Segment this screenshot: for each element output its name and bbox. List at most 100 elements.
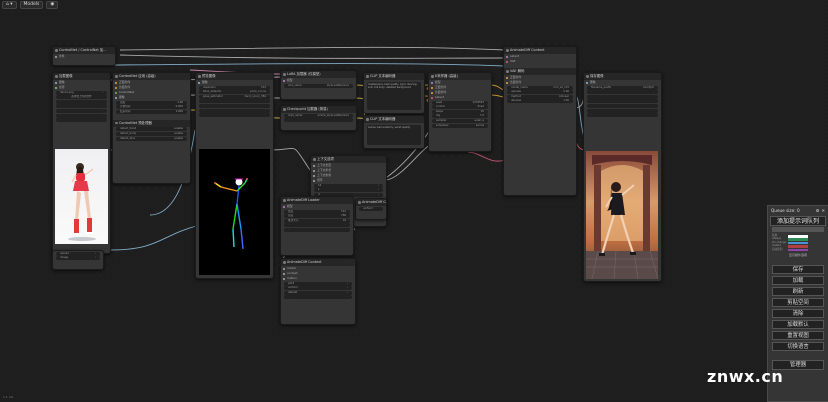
node-widget[interactable]: · · [56,99,107,104]
models-button[interactable]: Models [19,0,44,9]
filename-prefix-widget[interactable]: filename_prefix ComfyUI [587,85,658,90]
save-image-node[interactable]: 保存图像 图像 filename_prefix ComfyUI · · · · · · … [583,72,662,282]
eye-icon[interactable]: ◉ [46,0,59,9]
node-widget[interactable]: · · [199,103,270,108]
ckpt-name-select[interactable]: ckpt_name anime_style.safetensors [284,113,353,118]
socket-icon[interactable] [430,81,433,84]
end-widget[interactable]: 结束时间 1.000 [116,109,187,114]
socket-icon[interactable] [505,55,508,58]
sampler-widget[interactable]: sampler euler_a [432,118,488,123]
node-widget[interactable]: · · [284,227,350,232]
node-widget[interactable]: detect_face enable [116,136,187,141]
socket-icon[interactable] [114,96,117,99]
node-widget[interactable]: · · [587,108,658,113]
switch-language-button[interactable]: 切换语言 [772,341,824,352]
load-default-button[interactable]: 加载默认 [772,319,824,330]
control-widget[interactable]: control fixed [432,105,488,110]
option-label[interactable]: 自动队列 [772,248,786,251]
node-widget[interactable]: uniform [359,206,383,211]
prompt-textarea[interactable]: lowres, bad anatomy, worst quality [367,125,421,145]
animatediff-context-node[interactable]: AnimateDiff Loader 模型 宽度 512 高度 768 批次大小 16… [280,196,354,256]
node-widget[interactable]: · · [587,94,658,99]
home-menu-button[interactable]: ⌂ ▾ [2,0,17,9]
socket-icon[interactable] [282,272,285,275]
node-widget[interactable]: 高度 768 [284,214,350,219]
socket-icon[interactable] [282,277,285,280]
refresh-button[interactable]: 刷新 [772,286,824,297]
node-widget[interactable]: · · [587,90,658,95]
socket-icon[interactable] [312,169,315,172]
socket-icon[interactable] [282,205,285,208]
node-widget[interactable]: detect_body enable [116,131,187,136]
node-widget[interactable]: uniform › [284,286,352,291]
socket-icon[interactable] [312,164,315,167]
reset-view-button[interactable]: 重置视图 [772,330,824,341]
node-widget[interactable]: · · [587,103,658,108]
node-widget[interactable]: denoise 1.00 [507,99,573,104]
socket-icon[interactable] [312,179,315,182]
mask-node[interactable]: upload › image › [52,250,104,270]
socket-icon[interactable] [430,96,433,99]
node-widget[interactable]: default › [284,290,352,295]
node-widget[interactable]: sd15 › [284,281,352,286]
socket-icon[interactable] [114,91,117,94]
node-widget[interactable]: · · [284,223,350,228]
ksampler-node[interactable]: K采样器 (高级) 模型 正面条件 负面条件 Latent seed 123456… [428,72,492,152]
gear-icon[interactable]: ⚙ [816,208,820,213]
close-icon[interactable]: ✕ [821,208,825,213]
socket-icon[interactable] [312,174,315,177]
node-widget[interactable]: upscale 2.00 [507,90,573,95]
load-image-node[interactable]: 加载图像 图像 遮罩 dance.png › 选择要上传的文件 · · · · · · … [52,72,111,254]
queue-prompt-button[interactable]: 添加提示词队列 [770,216,826,226]
strength-widget[interactable]: 强度 1.00 [116,100,187,105]
node-widget[interactable]: 1 › [314,188,383,193]
node-widget[interactable]: resolution 512 [199,85,270,90]
node-canvas[interactable]: ControlNet / ControlNet 加... 条件 加载图像 图像 … [0,0,828,402]
clipspace-button[interactable]: 剪贴空间 [772,297,824,308]
node-widget[interactable]: image › [56,256,100,261]
socket-icon[interactable] [505,76,508,79]
socket-icon[interactable] [282,79,285,82]
scheduler-widget[interactable]: scheduler karras [432,123,488,128]
clip-text-negative-node[interactable]: CLIP 文本编码器 lowres, bad anatomy, worst qu… [363,115,425,149]
lora-name-select[interactable]: lora_name style.safetensors [284,83,353,88]
checkpoint-loader-node[interactable]: Checkpoint 加载器 (简易) ckpt_name anime_style… [280,105,357,131]
node-widget[interactable]: · · [587,99,658,104]
node-widget[interactable]: · · [56,113,107,118]
socket-icon[interactable] [54,86,57,89]
socket-icon[interactable] [54,81,57,84]
pose-preview-node[interactable]: 预览图像 图像 resolution 512 bbox_detector yolox… [195,72,274,279]
node-widget[interactable]: · · [199,99,270,104]
node-widget[interactable]: method bilinear [507,94,573,99]
lora-loader-node[interactable]: LoRA 加载器 (仅模型) 模型 lora_name style.safeten… [280,70,357,100]
node-widget[interactable]: upload › [56,251,100,256]
node-widget[interactable]: · · [199,113,270,118]
socket-icon[interactable] [430,86,433,89]
auto-queue-options[interactable]: 禁用 Always On change Instant 自动队列 [772,234,824,252]
socket-icon[interactable] [430,91,433,94]
seed-widget[interactable]: seed 1234567 [432,100,488,105]
socket-icon[interactable] [505,60,508,63]
node-widget[interactable]: · · [56,118,107,123]
load-button[interactable]: 加载 [772,275,824,286]
node-widget[interactable]: · · [587,113,658,118]
node-widget[interactable]: · · [284,118,353,123]
node-widget[interactable]: · · [56,104,107,109]
save-button[interactable]: 保存 [772,264,824,275]
batch-count-slider[interactable] [772,227,824,232]
prompt-textarea[interactable]: masterpiece, best quality, 1girl, dancin… [367,82,421,110]
animatediff-context-node-2[interactable]: AnimateDiff Context model context motion… [280,258,356,325]
socket-icon[interactable] [282,267,285,270]
cfg-widget[interactable]: cfg 7.0 [432,114,488,119]
clear-button[interactable]: 清除 [772,308,824,319]
extra-options-label[interactable]: 显示额外选项 [768,253,828,257]
node-widget[interactable]: · · [199,108,270,113]
node-widget[interactable]: 宽度 512 [284,209,350,214]
socket-icon[interactable] [114,86,117,89]
node-widget[interactable]: pose_estimator dw-ll_ucoco_384 [199,94,270,99]
upload-button[interactable]: 选择要上传的文件 [56,95,107,100]
socket-icon[interactable] [114,81,117,84]
socket-icon[interactable] [197,81,200,84]
node-widget[interactable]: 16 › [314,183,383,188]
node-widget[interactable]: 批次大小 16 [284,218,350,223]
